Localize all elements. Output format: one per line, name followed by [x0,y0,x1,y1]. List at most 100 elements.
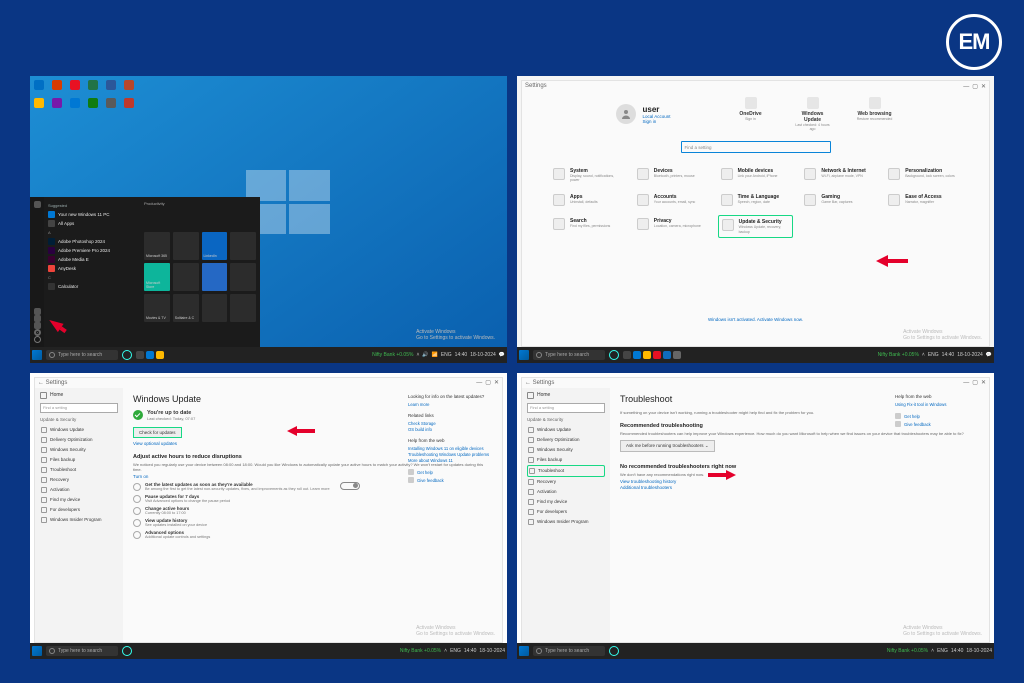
power-icon[interactable] [34,336,41,343]
start-tile[interactable] [202,294,228,322]
start-tile[interactable] [173,263,199,291]
start-tile-linkedin[interactable]: LinkedIn [202,232,228,260]
start-app-all[interactable]: All Apps [48,219,136,228]
sidebar-item-activation[interactable]: Activation [527,487,605,497]
taskbar[interactable]: Type here to search Nifty Bank +0.05%˄EN… [517,347,994,363]
start-app-item[interactable]: AnyDesk [48,264,136,273]
cat-accounts[interactable]: AccountsYour accounts, email, sync [634,191,710,209]
additional-troubleshooters-link[interactable]: Additional troubleshooters [620,485,979,490]
system-tray[interactable]: Nifty Bank +0.05% ˄🔊📶ENG 14:4018-10-2024… [372,352,505,358]
activation-link[interactable]: Windows isn't activated. Activate Window… [522,317,989,322]
hamburger-icon[interactable] [34,201,41,208]
cat-privacy[interactable]: PrivacyLocation, camera, microphone [634,215,710,237]
sidebar-item-insider[interactable]: Windows Insider Program [40,515,118,525]
start-tile[interactable] [230,263,256,291]
taskbar[interactable]: Type here to search Nifty Bank +0.05%˄EN… [30,643,507,659]
cat-search[interactable]: SearchFind my files, permissions [550,215,626,237]
window-controls[interactable]: —▢✕ [473,379,499,386]
start-button[interactable] [32,350,42,360]
start-tile[interactable] [202,263,228,291]
quick-browser[interactable]: Web browsingRestore recommended [855,97,895,121]
row-pause[interactable]: Pause updates for 7 daysVisit Advanced o… [133,494,492,503]
taskbar-search[interactable]: Type here to search [46,646,118,656]
sidebar-search[interactable]: Find a setting [40,403,118,413]
start-tile[interactable] [173,232,199,260]
cortana-icon[interactable] [122,350,132,360]
sidebar-item-developers[interactable]: For developers [527,507,605,517]
sidebar-item-troubleshoot[interactable]: Troubleshoot [40,465,118,475]
sidebar-home[interactable]: Home [40,392,118,399]
sidebar-item-insider[interactable]: Windows Insider Program [527,517,605,527]
row-advanced[interactable]: Advanced optionsAdditional update contro… [133,530,492,539]
sidebar-item-activation[interactable]: Activation [40,485,118,495]
taskbar-search[interactable]: Type here to search [533,646,605,656]
sidebar-item-troubleshoot[interactable]: Troubleshoot [527,465,605,477]
start-button[interactable] [519,646,529,656]
start-app-item[interactable]: Calculator [48,282,136,291]
taskbar[interactable]: Type here to search Nifty Bank +0.05%˄EN… [517,643,994,659]
history-icon [133,519,141,527]
check-updates-button[interactable]: Check for updates [133,427,182,438]
window-controls[interactable]: —▢✕ [960,379,986,386]
start-tile[interactable]: Solitaire & C [173,294,199,322]
toggle-icon[interactable] [340,482,360,490]
sidebar-item-recovery[interactable]: Recovery [527,477,605,487]
taskbar[interactable]: Type here to search Nifty Bank +0.05% ˄🔊… [30,347,507,363]
sidebar-home[interactable]: Home [527,392,605,399]
pane-settings-home: Settings —▢✕ userLocal AccountSign in On… [517,76,994,363]
taskbar-search[interactable]: Type here to search [533,350,605,360]
sidebar-item-recovery[interactable]: Recovery [40,475,118,485]
start-tile[interactable] [230,232,256,260]
start-app-item[interactable]: Adobe Photoshop 2024 [48,237,136,246]
cat-apps[interactable]: AppsUninstall, defaults [550,191,626,209]
sidebar-item-update[interactable]: Windows Update [40,425,118,435]
gear-icon[interactable] [34,329,41,336]
start-button[interactable] [32,646,42,656]
cat-gaming[interactable]: GamingGame Bar, captures [801,191,877,209]
cortana-icon[interactable] [122,646,132,656]
sidebar-item-delivery[interactable]: Delivery Optimization [527,435,605,445]
sidebar-item-developers[interactable]: For developers [40,505,118,515]
start-tile[interactable]: Microsoft 365 [144,232,170,260]
settings-search[interactable]: Find a setting [681,141,831,153]
start-suggested-item[interactable]: Your new Windows 11 PC [48,210,136,219]
start-tile[interactable]: Movies & TV [144,294,170,322]
user-block[interactable]: userLocal AccountSign in [616,97,670,131]
troubleshoot-history-link[interactable]: View troubleshooting history [620,479,979,484]
sidebar-item-security[interactable]: Windows Security [40,445,118,455]
cortana-icon[interactable] [609,350,619,360]
sidebar-item-update[interactable]: Windows Update [527,425,605,435]
sidebar-search[interactable]: Find a setting [527,403,605,413]
row-history[interactable]: View update historySee updates installed… [133,518,492,527]
taskbar-search[interactable]: Type here to search [46,350,118,360]
desktop-icons[interactable] [34,80,138,112]
sidebar-item-security[interactable]: Windows Security [527,445,605,455]
start-button[interactable] [519,350,529,360]
start-app-item[interactable]: Adobe Premiere Pro 2024 [48,246,136,255]
sidebar-item-delivery[interactable]: Delivery Optimization [40,435,118,445]
troubleshoot-mode-dropdown[interactable]: Ask me before running troubleshooters ⌄ [620,440,715,452]
start-tile[interactable]: Microsoft Store [144,263,170,291]
cat-network[interactable]: Network & InternetWi-Fi, airplane mode, … [801,165,877,185]
cat-ease[interactable]: Ease of AccessNarrator, magnifier [885,191,961,209]
quick-update[interactable]: Windows UpdateLast checked: 4 hours ago [793,97,833,131]
sidebar-item-findmydevice[interactable]: Find my device [40,495,118,505]
cat-update-security[interactable]: Update & SecurityWindows Update, recover… [718,215,794,237]
cat-system[interactable]: SystemDisplay, sound, notifications, pow… [550,165,626,185]
sidebar-item-findmydevice[interactable]: Find my device [527,497,605,507]
documents-icon[interactable] [34,315,41,322]
cat-personalization[interactable]: PersonalizationBackground, lock screen, … [885,165,961,185]
pictures-icon[interactable] [34,322,41,329]
start-tile[interactable] [230,294,256,322]
cat-devices[interactable]: DevicesBluetooth, printers, mouse [634,165,710,185]
cat-time[interactable]: Time & LanguageSpeech, region, date [718,191,794,209]
sidebar-item-backup[interactable]: Files backup [527,455,605,465]
user-icon[interactable] [34,308,41,315]
window-controls[interactable]: —▢✕ [960,83,986,90]
row-active-hours[interactable]: Change active hoursCurrently 08:00 to 17… [133,506,492,515]
quick-onedrive[interactable]: OneDriveSign in [731,97,771,121]
start-app-item[interactable]: Adobe Media E [48,255,136,264]
sidebar-item-backup[interactable]: Files backup [40,455,118,465]
cat-phone[interactable]: Mobile devicesLink your Android, iPhone [718,165,794,185]
cortana-icon[interactable] [609,646,619,656]
